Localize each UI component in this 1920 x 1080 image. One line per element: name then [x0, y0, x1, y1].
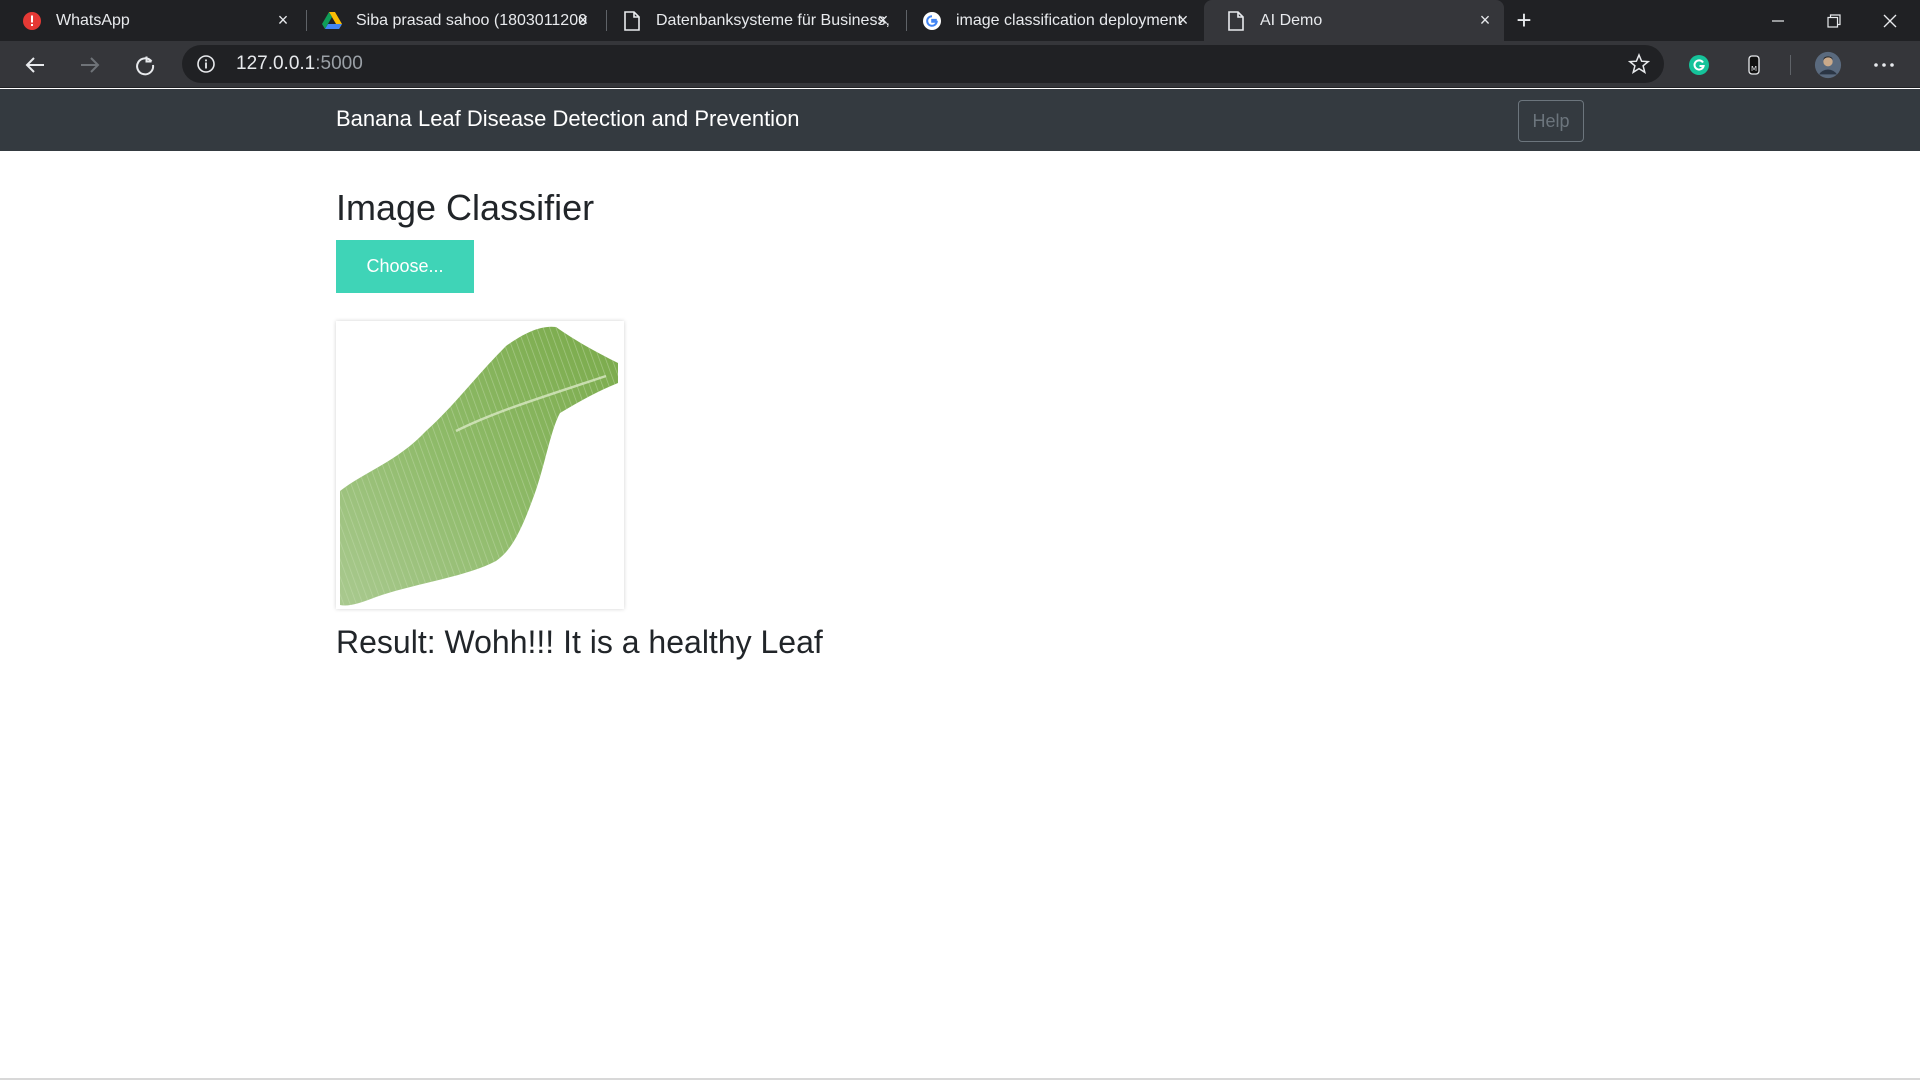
profile-avatar[interactable]: [1814, 51, 1842, 79]
back-button[interactable]: [18, 48, 52, 82]
forward-button[interactable]: [73, 48, 107, 82]
tab-close-icon[interactable]: ×: [1174, 11, 1192, 29]
tab-whatsapp[interactable]: WhatsApp ×: [0, 0, 302, 41]
tab-google-drive[interactable]: Siba prasad sahoo (1803011200 ×: [300, 0, 602, 41]
tab-label: Siba prasad sahoo (1803011200: [356, 11, 587, 29]
tab-label: Datenbanksysteme für Business,: [656, 11, 890, 29]
page-icon: [1226, 10, 1246, 31]
star-icon[interactable]: [1628, 53, 1650, 75]
google-drive-icon: [322, 11, 342, 31]
more-menu-icon[interactable]: [1870, 51, 1898, 79]
address-bar[interactable]: 127.0.0.1:5000: [182, 45, 1664, 83]
tab-google-search[interactable]: image classification deployment ×: [900, 0, 1202, 41]
minimize-button[interactable]: [1750, 0, 1806, 41]
main-content: Image Classifier Choose... Result: Wohh!…: [336, 151, 1586, 1051]
reload-icon: [136, 56, 155, 76]
page-icon: [622, 10, 642, 31]
extension-icon[interactable]: M: [1740, 51, 1768, 79]
svg-text:M: M: [1751, 65, 1757, 73]
page-title: Image Classifier: [336, 187, 595, 228]
browser-tab-strip: WhatsApp × Siba prasad sahoo (1803011200…: [0, 0, 1920, 41]
google-icon: [922, 11, 942, 31]
info-icon[interactable]: [196, 54, 216, 74]
reload-button[interactable]: [128, 48, 162, 82]
new-tab-button[interactable]: +: [1510, 7, 1538, 35]
tab-label: AI Demo: [1260, 11, 1323, 29]
url-port: :5000: [315, 53, 363, 74]
url-host: 127.0.0.1: [236, 53, 316, 74]
arrow-left-icon: [25, 57, 44, 73]
tab-close-icon[interactable]: ×: [1476, 11, 1494, 29]
choose-file-button[interactable]: Choose...: [336, 240, 474, 293]
tab-close-icon[interactable]: ×: [274, 11, 292, 29]
restore-button[interactable]: [1806, 0, 1862, 41]
close-window-button[interactable]: [1862, 0, 1918, 41]
browser-toolbar: 127.0.0.1:5000 M: [0, 41, 1920, 88]
arrow-right-icon: [81, 57, 100, 73]
tab-label: image classification deployment: [956, 11, 1182, 29]
url-text[interactable]: 127.0.0.1:5000: [236, 53, 363, 75]
tab-close-icon[interactable]: ×: [574, 11, 592, 29]
grammarly-extension-icon[interactable]: [1685, 51, 1713, 79]
image-preview: [336, 321, 624, 609]
tab-label: WhatsApp: [56, 11, 130, 29]
help-button[interactable]: Help: [1518, 100, 1584, 142]
tab-datenbanksysteme[interactable]: Datenbanksysteme für Business, ×: [600, 0, 902, 41]
result-text: Result: Wohh!!! It is a healthy Leaf: [336, 624, 823, 660]
banana-leaf-image: [340, 326, 618, 606]
whatsapp-alert-icon: [22, 11, 42, 31]
toolbar-separator: [1790, 55, 1791, 75]
navbar-brand[interactable]: Banana Leaf Disease Detection and Preven…: [336, 106, 800, 132]
tab-close-icon[interactable]: ×: [874, 11, 892, 29]
site-navbar: Banana Leaf Disease Detection and Preven…: [0, 89, 1920, 151]
tab-ai-demo[interactable]: AI Demo ×: [1204, 0, 1504, 41]
